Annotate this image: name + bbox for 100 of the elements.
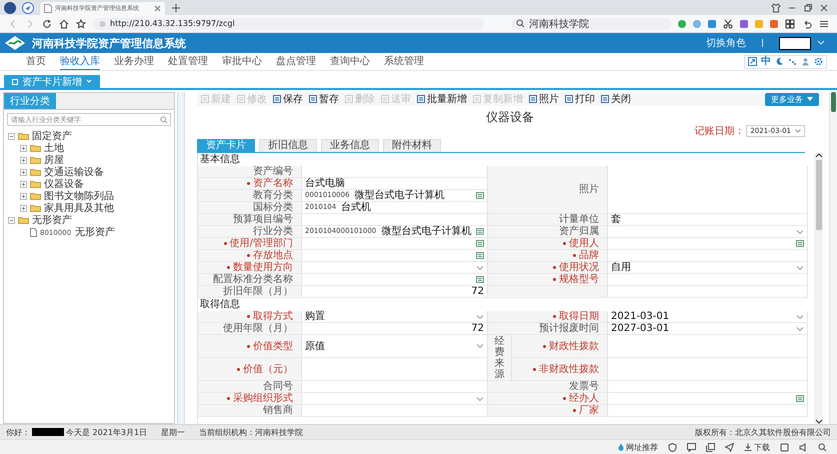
back-icon[interactable]: [8, 18, 18, 28]
search-icon[interactable]: [818, 442, 827, 452]
input-field[interactable]: [608, 238, 808, 250]
input-field[interactable]: 72: [302, 323, 488, 335]
search-field[interactable]: 河南科技学院: [511, 18, 671, 30]
person-icon[interactable]: [801, 57, 810, 66]
toolbar-button[interactable]: 批量新增: [417, 92, 467, 106]
nav-menu-item[interactable]: 审批中心: [222, 54, 262, 70]
input-field[interactable]: [608, 393, 808, 405]
copy-icon[interactable]: [706, 442, 715, 452]
input-field[interactable]: 72: [302, 286, 488, 298]
input-field[interactable]: 2021-03-01: [608, 311, 808, 323]
moon-icon[interactable]: [775, 57, 784, 66]
input-field[interactable]: 套: [608, 214, 808, 226]
expander-toggle[interactable]: [20, 204, 27, 212]
photo-field[interactable]: [608, 166, 808, 214]
expand-icon[interactable]: [748, 57, 757, 66]
input-field[interactable]: [302, 238, 488, 250]
close-icon[interactable]: [154, 5, 161, 12]
plus-icon[interactable]: [171, 2, 181, 12]
avatar-circle[interactable]: [4, 2, 16, 14]
input-field[interactable]: [608, 381, 808, 393]
toolbar-button[interactable]: 关闭: [601, 92, 631, 106]
form-tab[interactable]: 附件材料: [383, 139, 441, 152]
nav-menu-item[interactable]: 处置管理: [168, 54, 208, 70]
input-field[interactable]: [302, 274, 488, 286]
input-field[interactable]: [608, 274, 808, 286]
expander-toggle[interactable]: [20, 192, 27, 200]
address-field[interactable]: http://210.43.32.135:9797/zcgl: [93, 18, 484, 30]
star-icon[interactable]: [76, 18, 86, 28]
language-toggle[interactable]: 中: [761, 56, 771, 66]
restore-icon[interactable]: [803, 2, 813, 12]
search-icon[interactable]: [160, 116, 168, 124]
list-icon[interactable]: [476, 192, 484, 199]
input-field[interactable]: 自用: [608, 262, 808, 274]
expander-toggle[interactable]: [20, 168, 27, 176]
input-field[interactable]: [302, 250, 488, 262]
expander-toggle[interactable]: [20, 156, 27, 164]
tree-item[interactable]: 家具用具及其他: [44, 201, 114, 215]
toolbar-button[interactable]: 打印: [565, 92, 595, 106]
forward-icon[interactable]: [25, 18, 35, 28]
chevron-down-icon[interactable]: [814, 419, 822, 424]
switch-role-button[interactable]: 切换角色: [706, 36, 746, 50]
more-actions-button[interactable]: 更多业务: [765, 92, 819, 106]
speaker-icon[interactable]: [799, 442, 808, 452]
download-link[interactable]: 下载: [744, 442, 770, 452]
input-field[interactable]: [302, 214, 488, 226]
home-icon[interactable]: [59, 18, 69, 28]
settings-icon[interactable]: [814, 57, 823, 66]
input-field[interactable]: 购置: [302, 311, 488, 323]
tree-item[interactable]: 固定资产: [32, 129, 72, 143]
input-field[interactable]: [302, 358, 488, 381]
shield-icon[interactable]: [668, 442, 677, 452]
scrollbar-thumb[interactable]: [816, 160, 822, 230]
scrollbar[interactable]: [814, 153, 823, 424]
nav-menu-item[interactable]: 首页: [26, 54, 46, 70]
input-field[interactable]: [302, 262, 488, 274]
tree-item[interactable]: 土地: [44, 141, 64, 155]
input-field[interactable]: [608, 250, 808, 262]
toolbar-button[interactable]: 照片: [529, 92, 559, 106]
user-name-box[interactable]: [779, 36, 811, 50]
expander-toggle[interactable]: [20, 144, 27, 152]
dots-icon[interactable]: [788, 57, 797, 66]
scissors-icon[interactable]: [723, 18, 733, 28]
expander-toggle[interactable]: [8, 216, 15, 224]
nav-menu-item[interactable]: 验收入库: [60, 54, 100, 70]
input-field[interactable]: [302, 405, 488, 417]
tree-item[interactable]: 图书文物陈列品: [44, 189, 114, 203]
input-field[interactable]: [608, 335, 808, 358]
square-icon[interactable]: [780, 442, 789, 452]
input-field[interactable]: [608, 358, 808, 381]
shirt-icon[interactable]: [771, 2, 781, 12]
input-field[interactable]: 原值: [302, 335, 488, 358]
list-icon[interactable]: [796, 395, 804, 402]
reload-icon[interactable]: [42, 18, 52, 28]
form-tab[interactable]: 折旧信息: [259, 139, 317, 152]
list-icon[interactable]: [796, 240, 804, 247]
menu-icon[interactable]: [819, 18, 829, 28]
nav-menu-item[interactable]: 系统管理: [384, 54, 424, 70]
tree-item[interactable]: 无形资产: [32, 213, 72, 227]
form-tab[interactable]: 业务信息: [321, 139, 379, 152]
tree-item[interactable]: 交通运输设备: [44, 165, 104, 179]
list-icon[interactable]: [476, 228, 484, 235]
list-icon[interactable]: [476, 240, 484, 247]
nav-menu-item[interactable]: 盘点管理: [276, 54, 316, 70]
scrollbar[interactable]: [829, 92, 837, 424]
input-field[interactable]: [608, 405, 808, 417]
toolbar-button[interactable]: 保存: [273, 92, 303, 106]
tree-item[interactable]: 房屋: [44, 153, 64, 167]
nav-menu-item[interactable]: 查询中心: [330, 54, 370, 70]
input-field[interactable]: [302, 393, 488, 405]
grid-icon[interactable]: [785, 18, 795, 28]
chat-icon[interactable]: [687, 442, 696, 452]
expander-toggle[interactable]: [8, 132, 15, 140]
undo-icon[interactable]: [802, 18, 812, 28]
scrollbar-thumb[interactable]: [831, 92, 836, 112]
list-icon[interactable]: [476, 276, 484, 283]
nav-menu-item[interactable]: 业务办理: [114, 54, 154, 70]
compass-icon[interactable]: [22, 2, 34, 14]
input-field[interactable]: [302, 381, 488, 393]
